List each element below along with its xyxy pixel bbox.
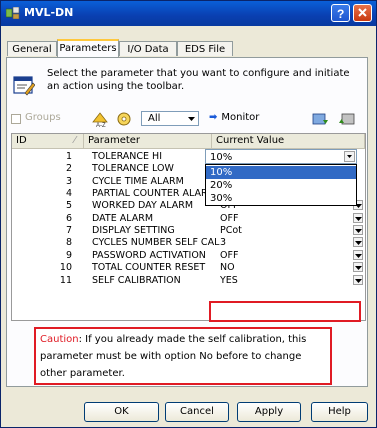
table-row[interactable]: 6 DATE ALARM OFF [12,212,365,225]
caution-note: Caution: If you already made the self ca… [34,327,332,385]
monitor-button[interactable]: ➡ Monitor [209,112,259,123]
app-icon [6,7,20,19]
row-parameter: PASSWORD ACTIVATION [92,249,206,261]
close-icon [358,8,367,17]
chevron-down-icon [355,266,362,271]
row-value[interactable]: OFF [220,250,238,262]
chevron-down-icon [355,253,362,258]
chevron-down-icon [347,155,352,158]
row-dropdown-button[interactable] [353,249,363,260]
row-id: 2 [65,163,72,175]
svg-text:?: ? [337,7,344,21]
tab-io-data[interactable]: I/O Data [119,41,177,56]
edit-sheet-icon [13,76,35,96]
sort-indicator-icon: ⁄ [74,135,76,146]
value-editor-combo[interactable]: 10% [205,149,357,164]
value-editor-dropdown-button[interactable] [344,151,355,162]
tab-eds-file[interactable]: EDS File [177,41,233,56]
title-bar[interactable]: MVL-DN ? [1,1,376,26]
monitor-label: Monitor [221,112,260,123]
close-button[interactable] [353,4,372,22]
row-parameter: PARTIAL COUNTER ALARM [92,188,216,200]
tab-parameters[interactable]: Parameters [57,39,119,57]
chevron-down-icon [355,241,362,246]
value-editor-text: 10% [210,152,233,163]
row-parameter: DISPLAY SETTING [92,225,175,237]
column-header-parameter[interactable]: Parameter [84,134,212,149]
table-row[interactable]: 7 DISPLAY SETTING PCot [12,225,365,237]
dropdown-option[interactable]: 20% [206,179,356,192]
row-parameter: TOLERANCE LOW [92,163,174,175]
row-dropdown-button[interactable] [353,262,363,273]
svg-text:A-Z: A-Z [96,123,106,128]
row-value[interactable]: NO [220,262,235,274]
caution-text: : If you already made the self calibrati… [40,334,307,379]
row-parameter: TOLERANCE HI [92,151,162,162]
row-id: 6 [65,212,72,224]
tab-general[interactable]: General [7,41,57,56]
row-parameter: WORKED DAY ALARM [92,200,194,212]
table-row[interactable]: 9 PASSWORD ACTIVATION OFF [12,249,365,262]
row-parameter: SELF CALIBRATION [92,274,181,286]
row-id: 5 [65,200,72,212]
arrow-right-icon: ➡ [209,112,218,123]
caution-word: Caution [40,334,79,345]
chevron-down-icon [355,229,362,234]
row-parameter: DATE ALARM [92,212,154,224]
upload-device-icon[interactable] [338,110,356,128]
chevron-down-icon [355,216,362,221]
apply-button[interactable]: Apply [237,402,301,422]
question-icon: ? [337,7,344,21]
cancel-button[interactable]: Cancel [165,402,229,422]
row-id: 1 [65,151,72,162]
row-id: 4 [65,188,72,200]
groups-checkbox[interactable] [11,114,21,124]
download-device-icon[interactable] [311,110,329,128]
row-value[interactable]: YES [220,275,238,287]
ok-button[interactable]: OK [84,402,159,422]
row-value[interactable]: PCot [220,225,242,237]
row-id: 9 [65,249,72,261]
row-dropdown-button[interactable] [353,225,363,236]
chevron-down-icon [355,278,362,283]
dropdown-option[interactable]: 10% [206,166,356,179]
row-dropdown-button[interactable] [353,237,363,248]
row-id: 11 [59,274,72,286]
row-dropdown-button[interactable] [353,212,363,223]
table-row[interactable]: 10 TOTAL COUNTER RESET NO [12,262,365,274]
instruction-text: Select the parameter that you want to co… [47,68,350,92]
row-dropdown-button[interactable] [353,274,363,285]
window-title: MVL-DN [24,6,74,19]
row-id: 7 [65,225,72,237]
row-id: 10 [59,262,72,274]
row-value[interactable]: OFF [220,213,238,225]
dropdown-option[interactable]: 30% [206,192,356,205]
sort-ab-icon[interactable]: A-Z [91,110,109,128]
table-row[interactable]: 8 CYCLES NUMBER SELF CAL 3 [12,237,365,249]
row-id: 8 [65,237,72,249]
toolbar: Groups A-Z All ➡ Monitor [11,109,366,131]
row-parameter: CYCLES NUMBER SELF CAL [92,237,220,249]
help-button[interactable]: Help [311,402,368,422]
row-parameter: CYCLE TIME ALARM [92,175,184,187]
dialog-window: MVL-DN ? General Parameters I/O Data EDS… [0,0,377,428]
highlight-box [209,301,361,322]
table-row[interactable]: 11 SELF CALIBRATION YES [12,274,365,287]
help-title-button[interactable]: ? [331,4,350,22]
chevron-down-icon[interactable] [185,112,198,125]
row-parameter: TOTAL COUNTER RESET [92,262,206,274]
column-header-id[interactable]: ID ⁄ [12,134,84,149]
filter-value: All [148,113,161,124]
row-id: 3 [65,175,72,187]
filter-combo[interactable]: All [141,111,199,126]
groups-label: Groups [25,112,61,123]
reset-gear-icon[interactable] [115,110,133,128]
value-dropdown-list: 10% 20% 30% [205,164,357,206]
row-value[interactable]: 3 [220,237,226,249]
column-header-value[interactable]: Current Value [212,134,365,149]
